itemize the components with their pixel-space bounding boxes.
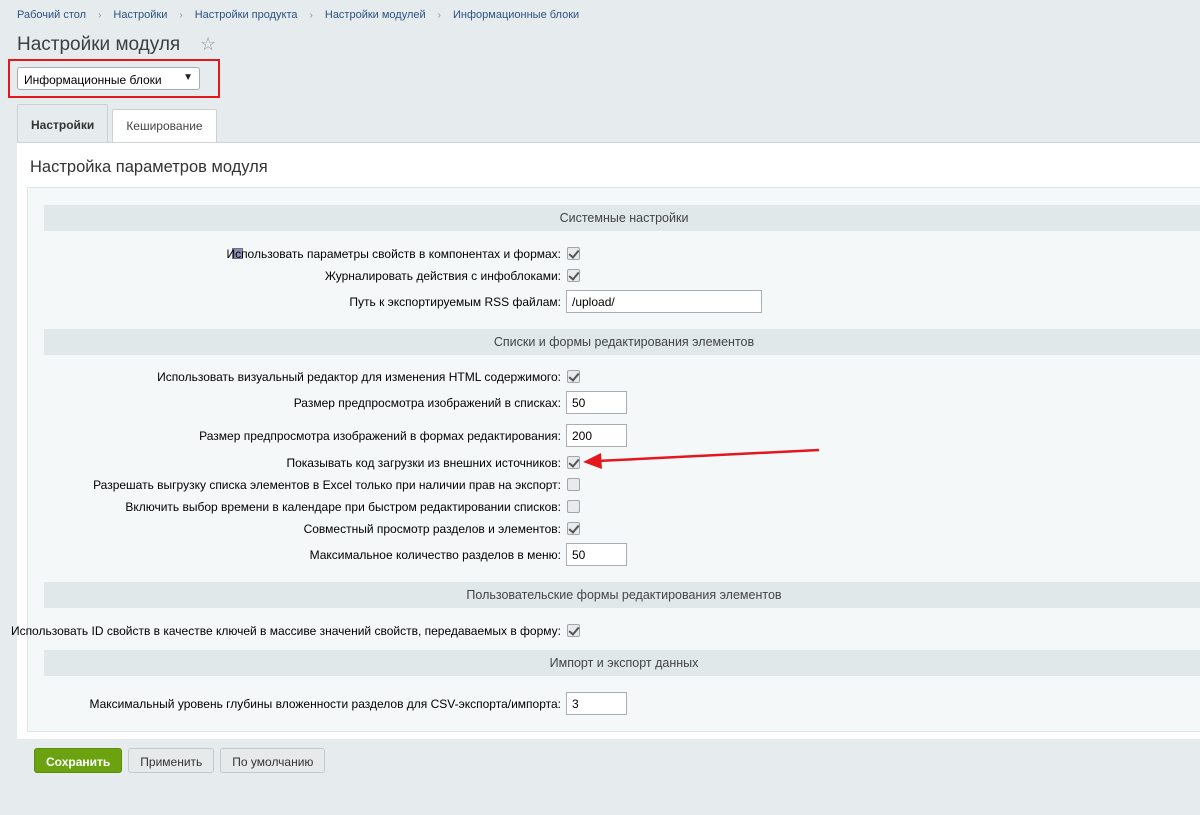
breadcrumb-item-desktop[interactable]: Рабочий стол (17, 9, 86, 21)
checkbox-visual-editor[interactable] (567, 370, 580, 383)
checkbox-excel-export-rights[interactable] (567, 478, 580, 491)
module-select-value: Информационные блоки (24, 73, 162, 87)
label-excel-export-rights: Разрешать выгрузку списка элементов в Ex… (93, 478, 561, 492)
section-system-settings: Системные настройки (44, 205, 1200, 231)
label-form-preview-size: Размер предпросмотра изображений в форма… (199, 429, 561, 443)
label-show-external-code: Показывать код загрузки из внешних источ… (286, 456, 561, 470)
breadcrumb-item-module-settings[interactable]: Настройки модулей (325, 9, 426, 21)
section-custom-forms: Пользовательские формы редактирования эл… (44, 582, 1200, 608)
breadcrumb: Рабочий стол › Настройки › Настройки про… (17, 9, 579, 21)
page-title: Настройки модуля (17, 34, 181, 55)
star-icon[interactable]: ☆ (200, 34, 216, 55)
checkbox-log-iblock-actions[interactable] (567, 269, 580, 282)
chevron-right-icon: › (437, 9, 442, 21)
checkbox-calendar-time[interactable] (567, 500, 580, 513)
label-list-preview-size: Размер предпросмотра изображений в списк… (293, 396, 561, 410)
breadcrumb-item-product-settings[interactable]: Настройки продукта (195, 9, 298, 21)
chevron-right-icon: › (98, 9, 102, 21)
label-visual-editor: Использовать визуальный редактор для изм… (157, 370, 561, 384)
chevron-down-icon: ▼ (183, 72, 193, 83)
module-select[interactable]: Информационные блоки ▼ (17, 67, 200, 90)
list-preview-size-input[interactable]: 50 (566, 391, 627, 414)
form-buttons: Сохранить Применить По умолчанию (34, 748, 331, 773)
checkbox-use-property-ids[interactable] (567, 624, 580, 637)
annotation-arrow-icon (583, 448, 820, 469)
label-combined-view: Совместный просмотр разделов и элементов… (303, 522, 561, 536)
breadcrumb-item-settings[interactable]: Настройки (113, 9, 167, 21)
label-log-iblock-actions: Журналировать действия с инфоблоками: (324, 269, 561, 283)
label-use-property-ids: Использовать ID свойств в качестве ключе… (10, 624, 561, 638)
label-calendar-time: Включить выбор времени в календаре при б… (125, 500, 561, 514)
checkbox-combined-view[interactable] (567, 522, 580, 535)
max-menu-sections-input[interactable]: 50 (566, 543, 627, 566)
checkbox-use-property-params[interactable] (567, 247, 580, 260)
label-use-property-params: Использовать параметры свойств в компоне… (226, 247, 561, 261)
csv-depth-input[interactable]: 3 (566, 692, 627, 715)
form-preview-size-input[interactable]: 200 (566, 424, 627, 447)
settings-panel: Настройка параметров модуля Системные на… (11, 142, 1200, 739)
panel-title: Настройка параметров модуля (30, 158, 268, 176)
rss-path-input[interactable]: /upload/ (566, 290, 762, 313)
chevron-right-icon: › (179, 9, 183, 21)
label-rss-path: Путь к экспортируемым RSS файлам: (349, 295, 561, 309)
tab-settings[interactable]: Настройки (17, 104, 109, 142)
apply-button[interactable]: Применить (128, 748, 215, 773)
section-lists-forms: Списки и формы редактирования элементов (44, 329, 1200, 355)
tab-caching[interactable]: Кеширование (112, 109, 217, 142)
tab-bar: Настройки Кеширование (17, 104, 221, 142)
chevron-right-icon: › (309, 9, 313, 21)
breadcrumb-item-iblocks[interactable]: Информационные блоки (453, 9, 579, 21)
label-max-menu-sections: Максимальное количество разделов в меню: (309, 548, 561, 562)
label-csv-depth: Максимальный уровень глубины вложенности… (89, 697, 561, 711)
save-button[interactable]: Сохранить (34, 748, 123, 773)
default-button[interactable]: По умолчанию (220, 748, 326, 773)
section-import-export: Импорт и экспорт данных (44, 650, 1200, 676)
